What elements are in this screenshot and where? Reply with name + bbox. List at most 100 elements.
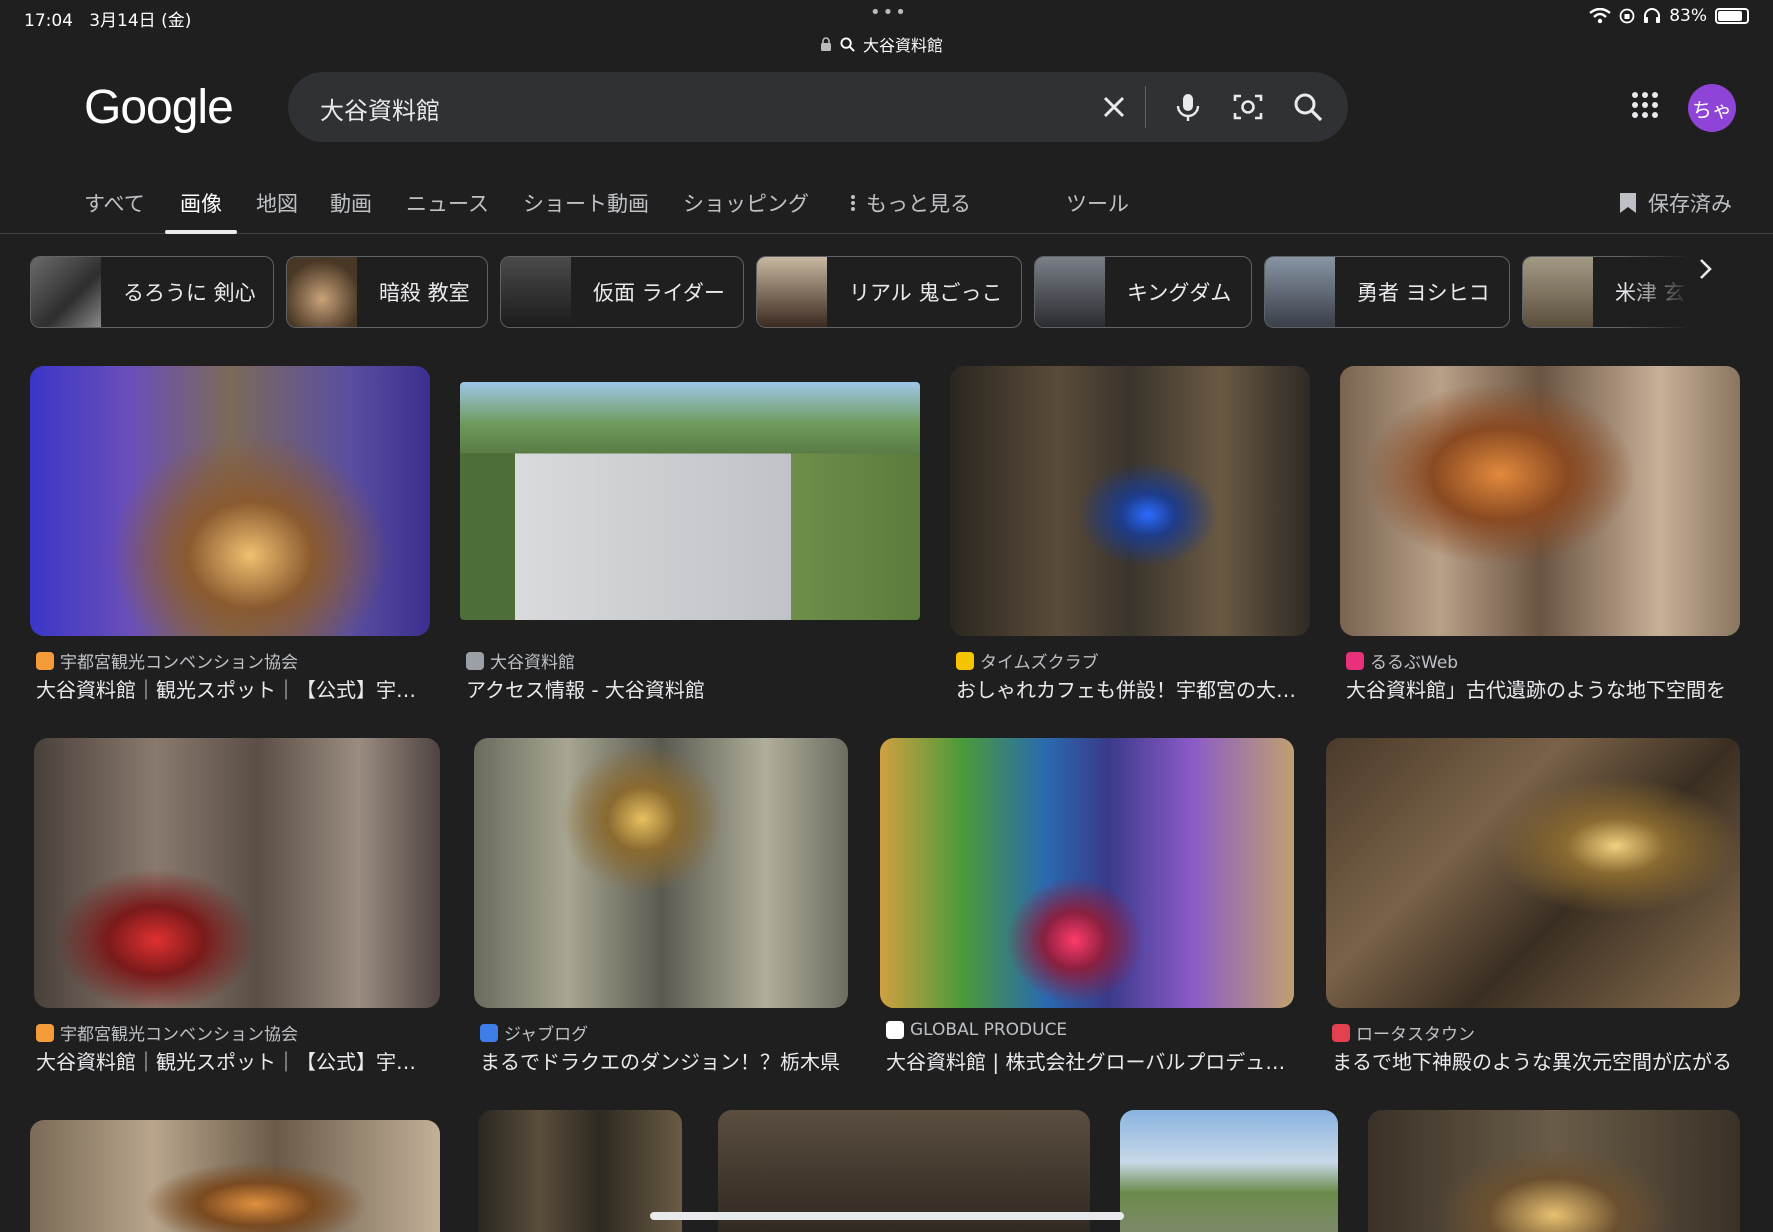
chip-thumbnail	[31, 257, 101, 327]
result-title[interactable]: アクセス情報 - 大谷資料館	[466, 674, 916, 703]
source-favicon-icon	[956, 651, 974, 670]
result-thumbnail[interactable]	[30, 366, 430, 636]
source-name: 大谷資料館	[490, 653, 575, 673]
chip-kamen-rider[interactable]: 仮面 ライダー	[500, 256, 744, 328]
tab-images[interactable]: 画像	[180, 188, 222, 218]
source-favicon-icon	[36, 651, 54, 670]
chevron-right-icon[interactable]	[1690, 254, 1720, 284]
apps-grid-icon[interactable]	[1630, 90, 1660, 120]
tab-short-videos[interactable]: ショート動画	[523, 188, 649, 218]
home-indicator[interactable]	[650, 1212, 1124, 1220]
image-result[interactable]: 宇都宮観光コンベンション協会 大谷資料館｜観光スポット｜【公式】宇都宮観光	[34, 738, 440, 1078]
result-title[interactable]: おしゃれカフェも併設！宇都宮の大谷資料館	[956, 674, 1312, 703]
result-thumbnail[interactable]	[474, 738, 848, 1008]
microphone-icon[interactable]	[1170, 89, 1206, 125]
active-tab-indicator	[165, 230, 237, 234]
result-source[interactable]: ロータスタウン	[1332, 1020, 1475, 1045]
result-title[interactable]: 大谷資料館｜観光スポット｜【公式】宇都宮観光	[36, 674, 426, 703]
image-result[interactable]	[1120, 1110, 1338, 1232]
status-bar: 17:04 3月14日 (金) ••• 大谷資料館 83%	[0, 0, 1773, 64]
chip-thumbnail	[757, 257, 827, 327]
saved-button[interactable]: 保存済み	[1618, 188, 1732, 218]
chip-kingdom[interactable]: キングダム	[1034, 256, 1252, 328]
result-title[interactable]: 大谷資料館」古代遺跡のような地下空間を	[1346, 674, 1736, 703]
chip-real-onigokko[interactable]: リアル 鬼ごっこ	[756, 256, 1022, 328]
result-title[interactable]: 大谷資料館｜観光スポット｜【公式】宇都宮観光	[36, 1046, 432, 1075]
chip-yonezu-kenshi[interactable]: 米津 玄	[1522, 256, 1692, 328]
result-thumbnail[interactable]	[1340, 366, 1740, 636]
chip-thumbnail	[287, 257, 357, 327]
address-bar[interactable]: 大谷資料館	[820, 32, 943, 56]
image-result[interactable]: ロータスタウン まるで地下神殿のような異次元空間が広がる	[1326, 738, 1740, 1078]
result-source[interactable]: 大谷資料館	[466, 648, 575, 673]
more-vert-icon	[851, 195, 855, 211]
result-thumbnail[interactable]	[1368, 1110, 1740, 1232]
tab-tools[interactable]: ツール	[1066, 188, 1129, 218]
chip-yusha-yoshihiko[interactable]: 勇者 ヨシヒコ	[1264, 256, 1510, 328]
lens-camera-icon[interactable]	[1230, 89, 1266, 125]
clear-icon[interactable]	[1096, 89, 1132, 125]
result-title[interactable]: まるでドラクエのダンジョン！？栃木県	[480, 1046, 844, 1075]
image-result[interactable]: るるぶWeb 大谷資料館」古代遺跡のような地下空間を	[1340, 366, 1740, 706]
tab-all[interactable]: すべて	[84, 188, 145, 218]
bookmark-icon	[1620, 193, 1636, 213]
result-thumbnail[interactable]	[460, 382, 920, 620]
chip-assassination-classroom[interactable]: 暗殺 教室	[286, 256, 488, 328]
status-date-text: 3月14日 (金)	[89, 11, 192, 31]
headphones-icon	[1644, 8, 1661, 23]
result-thumbnail[interactable]	[1326, 738, 1740, 1008]
chip-label: 米津 玄	[1615, 281, 1685, 305]
multitask-dots-icon[interactable]: •••	[870, 2, 908, 23]
result-source[interactable]: タイムズクラブ	[956, 648, 1099, 673]
status-indicators: 83%	[1589, 6, 1749, 26]
result-thumbnail[interactable]	[880, 738, 1294, 1008]
result-thumbnail[interactable]	[1120, 1110, 1338, 1232]
tab-shopping[interactable]: ショッピング	[683, 188, 809, 218]
result-source[interactable]: るるぶWeb	[1346, 648, 1458, 673]
source-name: るるぶWeb	[1370, 653, 1459, 673]
source-name: タイムズクラブ	[980, 653, 1099, 673]
chip-thumbnail	[1523, 257, 1593, 327]
source-name: ロータスタウン	[1356, 1025, 1475, 1045]
result-source[interactable]: 宇都宮観光コンベンション協会	[36, 648, 298, 673]
image-result[interactable]	[1368, 1110, 1740, 1232]
chip-thumbnail	[501, 257, 571, 327]
source-name: ジャブログ	[504, 1025, 589, 1045]
chip-rurouni-kenshin[interactable]: るろうに 剣心	[30, 256, 274, 328]
related-search-chips: るろうに 剣心 暗殺 教室 仮面 ライダー リアル 鬼ごっこ キングダム 勇者 …	[30, 256, 1730, 328]
chip-label: 勇者 ヨシヒコ	[1357, 281, 1490, 305]
search-header: Google 大谷資料館 ちゃ すべて 画像 地図 動画 ニュース ショート動画…	[0, 64, 1773, 234]
status-time: 17:04 3月14日 (金)	[24, 6, 191, 31]
image-result[interactable]: 大谷資料館 アクセス情報 - 大谷資料館	[460, 366, 920, 706]
result-source[interactable]: ジャブログ	[480, 1020, 588, 1045]
image-result[interactable]: GLOBAL PRODUCE 大谷資料館 | 株式会社グローバルプロデュース	[880, 738, 1294, 1078]
search-box[interactable]: 大谷資料館	[288, 72, 1348, 142]
google-logo[interactable]: Google	[84, 80, 234, 135]
tab-videos[interactable]: 動画	[330, 188, 372, 218]
result-thumbnail[interactable]	[34, 738, 440, 1008]
chip-label: キングダム	[1127, 281, 1232, 305]
tab-maps[interactable]: 地図	[256, 188, 298, 218]
result-thumbnail[interactable]	[950, 366, 1310, 636]
search-input[interactable]: 大谷資料館	[320, 91, 440, 126]
museum-icon	[466, 651, 484, 670]
image-result[interactable]: タイムズクラブ おしゃれカフェも併設！宇都宮の大谷資料館	[950, 366, 1312, 706]
result-source[interactable]: 宇都宮観光コンベンション協会	[36, 1020, 298, 1045]
tab-more[interactable]: もっと見る	[850, 188, 971, 218]
google-g-icon	[886, 1021, 904, 1039]
tab-news[interactable]: ニュース	[406, 188, 489, 218]
avatar[interactable]: ちゃ	[1688, 84, 1736, 132]
search-submit-icon[interactable]	[1290, 89, 1326, 125]
wifi-icon	[1589, 8, 1611, 24]
search-tabs: すべて 画像 地図 動画 ニュース ショート動画 ショッピング もっと見る ツー…	[0, 182, 1773, 234]
source-favicon-icon	[1332, 1023, 1350, 1042]
result-source[interactable]: GLOBAL PRODUCE	[886, 1020, 1067, 1040]
image-result[interactable]: ジャブログ まるでドラクエのダンジョン！？栃木県	[474, 738, 848, 1078]
battery-icon	[1715, 8, 1749, 24]
result-thumbnail[interactable]	[30, 1120, 440, 1232]
image-result[interactable]: 宇都宮観光コンベンション協会 大谷資料館｜観光スポット｜【公式】宇都宮観光	[30, 366, 430, 706]
result-title[interactable]: 大谷資料館 | 株式会社グローバルプロデュース	[886, 1046, 1290, 1075]
tab-more-label: もっと見る	[866, 192, 971, 216]
image-result[interactable]	[30, 1120, 440, 1232]
result-title[interactable]: まるで地下神殿のような異次元空間が広がる	[1332, 1046, 1736, 1075]
